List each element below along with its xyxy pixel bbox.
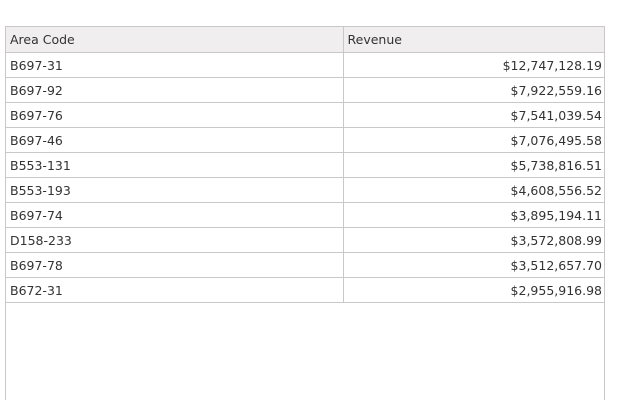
column-header-revenue[interactable]: Revenue <box>343 27 604 53</box>
revenue-cell: $4,608,556.52 <box>343 177 604 203</box>
area-code-cell: B697-76 <box>6 102 344 128</box>
revenue-cell: $3,512,657.70 <box>343 252 604 278</box>
table-row[interactable]: D158-233 $3,572,808.99 <box>6 227 604 253</box>
revenue-table: Area Code Revenue B697-31 $12,747,128.19 B… <box>6 27 604 303</box>
revenue-cell: $7,922,559.16 <box>343 77 604 103</box>
table-row[interactable]: B672-31 $2,955,916.98 <box>6 277 604 303</box>
table-row[interactable]: B697-78 $3,512,657.70 <box>6 252 604 278</box>
header-row: Area Code Revenue <box>6 27 604 53</box>
revenue-cell: $12,747,128.19 <box>343 52 604 78</box>
revenue-cell: $3,572,808.99 <box>343 227 604 253</box>
area-code-cell: B672-31 <box>6 277 344 303</box>
column-header-area-code[interactable]: Area Code <box>6 27 344 53</box>
area-code-cell: B553-131 <box>6 152 344 178</box>
revenue-cell: $5,738,816.51 <box>343 152 604 178</box>
area-code-cell: B697-74 <box>6 202 344 228</box>
data-grid: Area Code Revenue B697-31 $12,747,128.19 B… <box>5 26 605 400</box>
table-row[interactable]: B697-31 $12,747,128.19 <box>6 52 604 78</box>
table-row[interactable]: B553-193 $4,608,556.52 <box>6 177 604 203</box>
table-row[interactable]: B697-92 $7,922,559.16 <box>6 77 604 103</box>
revenue-cell: $2,955,916.98 <box>343 277 604 303</box>
revenue-cell: $3,895,194.11 <box>343 202 604 228</box>
revenue-cell: $7,076,495.58 <box>343 127 604 153</box>
table-row[interactable]: B697-76 $7,541,039.54 <box>6 102 604 128</box>
area-code-cell: B697-46 <box>6 127 344 153</box>
table-row[interactable]: B553-131 $5,738,816.51 <box>6 152 604 178</box>
revenue-cell: $7,541,039.54 <box>343 102 604 128</box>
area-code-cell: B697-78 <box>6 252 344 278</box>
table-row[interactable]: B697-46 $7,076,495.58 <box>6 127 604 153</box>
area-code-cell: B697-31 <box>6 52 344 78</box>
area-code-cell: B553-193 <box>6 177 344 203</box>
area-code-cell: B697-92 <box>6 77 344 103</box>
area-code-cell: D158-233 <box>6 227 344 253</box>
table-row[interactable]: B697-74 $3,895,194.11 <box>6 202 604 228</box>
